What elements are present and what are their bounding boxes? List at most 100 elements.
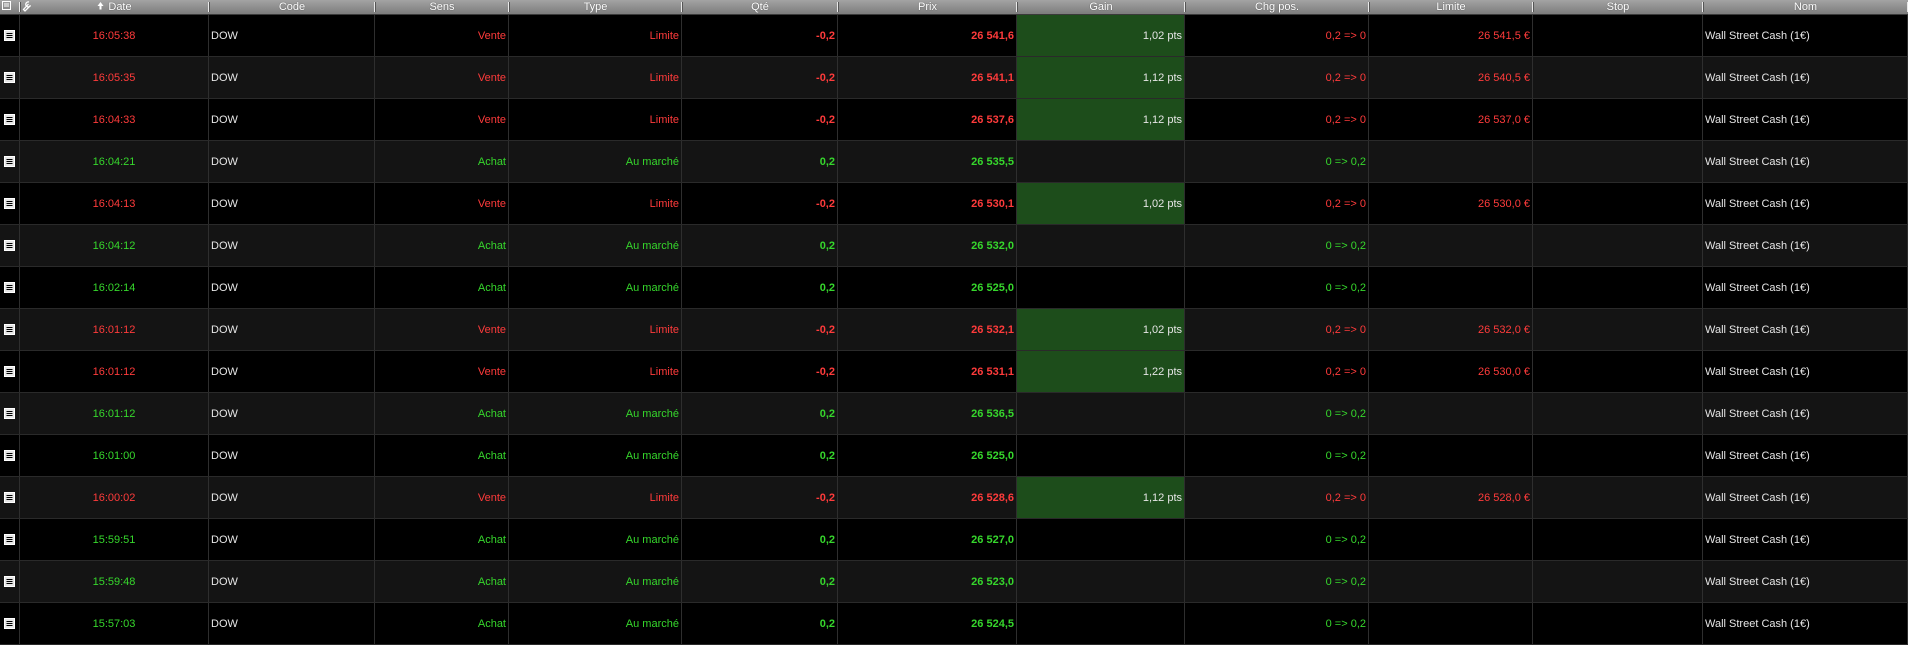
cell-code: DOW bbox=[209, 15, 375, 56]
cell-sens: Achat bbox=[375, 141, 509, 182]
cell-type: Limite bbox=[509, 99, 682, 140]
wrench-icon[interactable] bbox=[22, 1, 32, 15]
cell-chg-pos: 0 => 0,2 bbox=[1185, 603, 1369, 644]
cell-limite: 26 540,5 € bbox=[1369, 57, 1533, 98]
cell-limite bbox=[1369, 267, 1533, 308]
document-icon[interactable] bbox=[0, 519, 20, 560]
cell-chg-pos: 0 => 0,2 bbox=[1185, 519, 1369, 560]
cell-stop bbox=[1533, 477, 1703, 518]
document-icon[interactable] bbox=[0, 393, 20, 434]
cell-code: DOW bbox=[209, 183, 375, 224]
cell-type: Au marché bbox=[509, 435, 682, 476]
document-icon[interactable] bbox=[0, 141, 20, 182]
cell-date: 16:01:12 bbox=[20, 351, 209, 392]
document-icon[interactable] bbox=[0, 225, 20, 266]
col-label-gain: Gain bbox=[1089, 1, 1113, 13]
cell-qte: 0,2 bbox=[682, 141, 838, 182]
cell-code: DOW bbox=[209, 393, 375, 434]
col-header-limite[interactable]: Limite bbox=[1369, 0, 1533, 14]
cell-prix: 26 537,6 bbox=[838, 99, 1017, 140]
cell-stop bbox=[1533, 351, 1703, 392]
cell-type: Au marché bbox=[509, 393, 682, 434]
cell-stop bbox=[1533, 435, 1703, 476]
table-row[interactable]: 16:05:35 DOW Vente Limite -0,2 26 541,1 1,12 p… bbox=[0, 57, 1908, 99]
cell-type: Limite bbox=[509, 57, 682, 98]
cell-qte: -0,2 bbox=[682, 15, 838, 56]
cell-nom: Wall Street Cash (1€) bbox=[1703, 99, 1908, 140]
cell-stop bbox=[1533, 225, 1703, 266]
table-row[interactable]: 16:04:33 DOW Vente Limite -0,2 26 537,6 1,12 p… bbox=[0, 99, 1908, 141]
document-icon[interactable] bbox=[0, 561, 20, 602]
cell-qte: -0,2 bbox=[682, 351, 838, 392]
table-row[interactable]: 16:04:21 DOW Achat Au marché 0,2 26 535,5 0 =>… bbox=[0, 141, 1908, 183]
table-row[interactable]: 16:01:00 DOW Achat Au marché 0,2 26 525,0 0 =>… bbox=[0, 435, 1908, 477]
col-header-stop[interactable]: Stop bbox=[1533, 0, 1703, 14]
document-icon[interactable] bbox=[0, 603, 20, 644]
document-icon[interactable] bbox=[0, 99, 20, 140]
cell-gain: 1,02 pts bbox=[1017, 15, 1185, 56]
table-row[interactable]: 16:00:02 DOW Vente Limite -0,2 26 528,6 1,12 p… bbox=[0, 477, 1908, 519]
cell-date: 15:57:03 bbox=[20, 603, 209, 644]
cell-sens: Vente bbox=[375, 183, 509, 224]
cell-sens: Vente bbox=[375, 351, 509, 392]
cell-prix: 26 541,1 bbox=[838, 57, 1017, 98]
table-row[interactable]: 15:59:48 DOW Achat Au marché 0,2 26 523,0 0 =>… bbox=[0, 561, 1908, 603]
cell-date: 16:04:12 bbox=[20, 225, 209, 266]
table-row[interactable]: 16:01:12 DOW Vente Limite -0,2 26 532,1 1,02 p… bbox=[0, 309, 1908, 351]
document-icon[interactable] bbox=[0, 183, 20, 224]
cell-sens: Vente bbox=[375, 15, 509, 56]
cell-chg-pos: 0 => 0,2 bbox=[1185, 393, 1369, 434]
cell-stop bbox=[1533, 99, 1703, 140]
document-icon[interactable] bbox=[0, 435, 20, 476]
document-icon[interactable] bbox=[0, 15, 20, 56]
document-icon[interactable] bbox=[0, 267, 20, 308]
col-label-prix: Prix bbox=[918, 1, 937, 13]
cell-chg-pos: 0,2 => 0 bbox=[1185, 15, 1369, 56]
table-row[interactable]: 16:04:13 DOW Vente Limite -0,2 26 530,1 1,02 p… bbox=[0, 183, 1908, 225]
table-row[interactable]: 16:01:12 DOW Achat Au marché 0,2 26 536,5 0 =>… bbox=[0, 393, 1908, 435]
cell-gain bbox=[1017, 393, 1185, 434]
table-row[interactable]: 15:57:03 DOW Achat Au marché 0,2 26 524,5 0 =>… bbox=[0, 603, 1908, 645]
cell-code: DOW bbox=[209, 141, 375, 182]
cell-date: 16:05:35 bbox=[20, 57, 209, 98]
col-label-chg: Chg pos. bbox=[1254, 1, 1300, 13]
col-header-nom[interactable]: Nom bbox=[1703, 0, 1908, 14]
cell-code: DOW bbox=[209, 561, 375, 602]
cell-prix: 26 536,5 bbox=[838, 393, 1017, 434]
document-icon[interactable] bbox=[0, 309, 20, 350]
table-row[interactable]: 16:04:12 DOW Achat Au marché 0,2 26 532,0 0 =>… bbox=[0, 225, 1908, 267]
document-icon[interactable] bbox=[0, 351, 20, 392]
document-icon[interactable] bbox=[0, 57, 20, 98]
cell-prix: 26 532,1 bbox=[838, 309, 1017, 350]
cell-stop bbox=[1533, 57, 1703, 98]
cell-date: 15:59:51 bbox=[20, 519, 209, 560]
col-header-chg[interactable]: Chg pos. bbox=[1185, 0, 1369, 14]
list-icon[interactable] bbox=[2, 1, 11, 13]
cell-gain bbox=[1017, 435, 1185, 476]
col-header-code[interactable]: Code bbox=[209, 0, 375, 14]
table-row[interactable]: 16:01:12 DOW Vente Limite -0,2 26 531,1 1,22 p… bbox=[0, 351, 1908, 393]
table-row[interactable]: 15:59:51 DOW Achat Au marché 0,2 26 527,0 0 =>… bbox=[0, 519, 1908, 561]
col-header-prix[interactable]: Prix bbox=[838, 0, 1017, 14]
cell-gain: 1,22 pts bbox=[1017, 351, 1185, 392]
col-header-type[interactable]: Type bbox=[509, 0, 682, 14]
table-row[interactable]: 16:05:38 DOW Vente Limite -0,2 26 541,6 1,02 p… bbox=[0, 15, 1908, 57]
cell-limite bbox=[1369, 435, 1533, 476]
table-row[interactable]: 16:02:14 DOW Achat Au marché 0,2 26 525,0 0 =>… bbox=[0, 267, 1908, 309]
col-label-type: Type bbox=[583, 1, 608, 13]
col-header-date[interactable]: Date bbox=[20, 0, 209, 14]
col-header-sens[interactable]: Sens bbox=[375, 0, 509, 14]
cell-code: DOW bbox=[209, 99, 375, 140]
cell-limite bbox=[1369, 225, 1533, 266]
cell-code: DOW bbox=[209, 435, 375, 476]
document-icon[interactable] bbox=[0, 477, 20, 518]
header-corner[interactable] bbox=[0, 0, 20, 14]
cell-gain bbox=[1017, 603, 1185, 644]
cell-code: DOW bbox=[209, 477, 375, 518]
cell-limite bbox=[1369, 519, 1533, 560]
cell-qte: -0,2 bbox=[682, 57, 838, 98]
cell-qte: 0,2 bbox=[682, 519, 838, 560]
cell-type: Au marché bbox=[509, 603, 682, 644]
col-header-gain[interactable]: Gain bbox=[1017, 0, 1185, 14]
col-header-qte[interactable]: Qté bbox=[682, 0, 838, 14]
